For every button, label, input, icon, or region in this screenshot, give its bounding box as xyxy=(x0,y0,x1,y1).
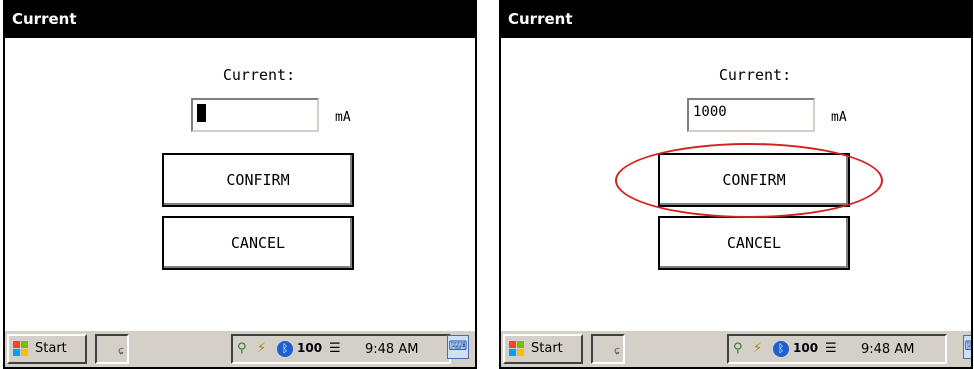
taskbar-input-slot[interactable]: ɕ xyxy=(95,334,129,364)
start-button[interactable]: Start xyxy=(7,334,87,364)
windows-flag-icon xyxy=(13,341,29,357)
system-tray: ⚲ ⚡ ᛒ 100 ☰ 9:48 AM xyxy=(231,334,451,364)
battery-icon[interactable]: 100 xyxy=(793,341,818,355)
taskbar-input-slot[interactable]: ɕ xyxy=(591,334,625,364)
windows-flag-icon xyxy=(509,341,525,357)
wireless-icon[interactable]: ☰ xyxy=(329,341,341,356)
title-bar: Current xyxy=(5,2,475,38)
device-screen-left: Current Current: 0 mA CONFIRM CANCEL Sta… xyxy=(3,0,477,369)
keyboard-icon[interactable]: ⌨ xyxy=(447,335,469,359)
network-icon[interactable]: ⚲ xyxy=(237,341,247,356)
wireless-icon[interactable]: ☰ xyxy=(825,341,837,356)
clock[interactable]: 9:48 AM xyxy=(365,342,418,357)
taskbar: Start ɕ ⚲ ⚡ ᛒ 100 ☰ 9:48 AM ⌨ xyxy=(5,329,475,367)
title-bar: Current xyxy=(501,2,971,38)
text-caret xyxy=(197,104,206,122)
current-label: Current: xyxy=(718,66,792,84)
keyboard-icon[interactable]: ⌨ xyxy=(963,335,971,359)
device-screen-right: Current Current: 1000 mA CONFIRM CANCEL … xyxy=(499,0,973,369)
unit-label: mA xyxy=(831,110,847,125)
start-label: Start xyxy=(531,341,563,356)
cancel-button[interactable]: CANCEL xyxy=(162,216,354,270)
network-icon[interactable]: ⚲ xyxy=(733,341,743,356)
cancel-button[interactable]: CANCEL xyxy=(658,216,850,270)
power-plug-icon[interactable]: ⚡ xyxy=(753,341,762,356)
current-input[interactable]: 1000 xyxy=(687,98,815,132)
clock[interactable]: 9:48 AM xyxy=(861,342,914,357)
bluetooth-icon[interactable]: ᛒ xyxy=(773,341,789,357)
current-input-value: 1000 xyxy=(693,104,727,120)
taskbar: Start ɕ ⚲ ⚡ ᛒ 100 ☰ 9:48 AM ⌨ xyxy=(501,329,971,367)
current-input[interactable]: 0 xyxy=(191,98,319,132)
unit-label: mA xyxy=(335,110,351,125)
window-title: Current xyxy=(12,10,77,28)
bluetooth-icon[interactable]: ᛒ xyxy=(277,341,293,357)
power-plug-icon[interactable]: ⚡ xyxy=(257,341,266,356)
confirm-button[interactable]: CONFIRM xyxy=(162,153,354,207)
start-label: Start xyxy=(35,341,67,356)
current-label: Current: xyxy=(222,66,296,84)
start-button[interactable]: Start xyxy=(503,334,583,364)
window-title: Current xyxy=(508,10,573,28)
confirm-button[interactable]: CONFIRM xyxy=(658,153,850,207)
battery-icon[interactable]: 100 xyxy=(297,341,322,355)
system-tray: ⚲ ⚡ ᛒ 100 ☰ 9:48 AM xyxy=(727,334,947,364)
